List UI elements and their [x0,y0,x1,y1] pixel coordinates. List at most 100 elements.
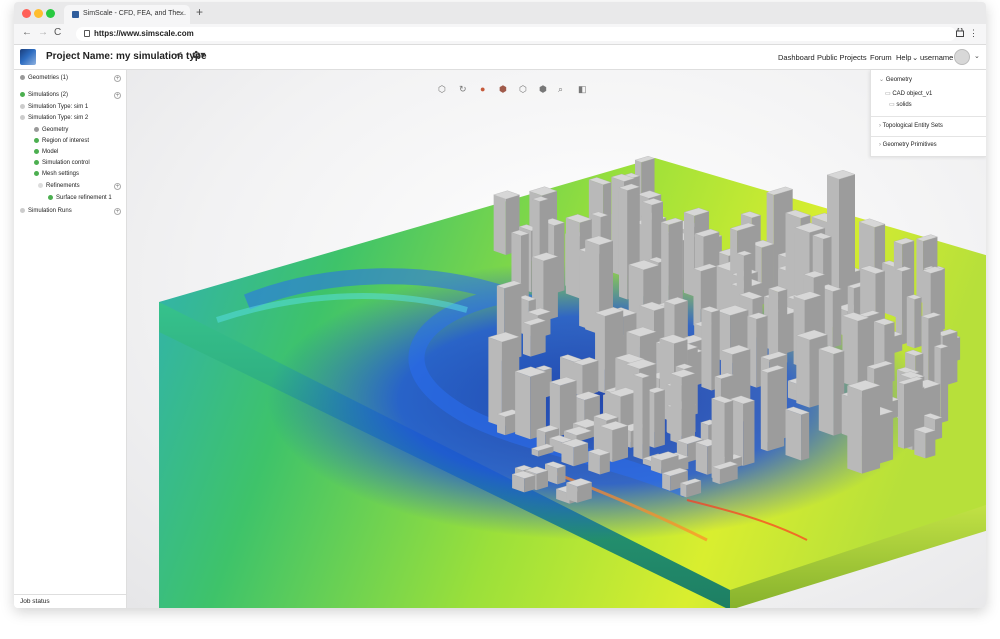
simulation-icon [20,92,25,97]
building-wall [712,466,720,485]
building-wall [914,429,926,459]
geometry-icon [34,127,39,132]
nav-help[interactable]: Help [896,53,911,62]
cfd-visualization [159,156,986,608]
job-status-bar[interactable]: Job status [14,594,126,608]
folder-icon [38,183,43,188]
tree-label: Simulation Runs [28,208,72,215]
nav-dashboard[interactable]: Dashboard [778,53,815,62]
building-wall [701,308,712,391]
add-geometry-button[interactable]: + [114,75,121,82]
close-window-icon[interactable] [22,9,31,18]
building-wall [897,382,905,449]
tree-item-sim-control[interactable]: Simulation control [34,160,90,166]
tree-label: Surface refinement 1 [56,195,112,202]
tree-item-region[interactable]: Region of interest [34,138,89,144]
extension-icon[interactable] [956,27,964,39]
tree-item-sim1[interactable]: Simulation Type: sim 1 [20,104,88,110]
building-wall [680,483,687,498]
building-wall [935,417,943,440]
building-wall [493,194,506,255]
folder-icon [20,104,25,109]
browser-menu-icon[interactable]: ⋮ [969,28,978,39]
tree-label: Simulations (2) [28,92,69,99]
status-ok-icon [34,149,39,154]
tab-close-icon[interactable]: × [179,9,184,18]
building-wall [940,346,949,424]
tree-item-geometries[interactable]: Geometries (1) [20,75,68,81]
add-run-button[interactable]: + [114,208,121,215]
tree-item-runs[interactable]: Simulation Runs [20,208,72,214]
app-header: Project Name: my simulation type < ✿▾ Da… [14,45,986,70]
building-wall [642,375,650,460]
nav-forum[interactable]: Forum [870,53,892,62]
building-wall [599,452,610,475]
building-wall [906,296,915,349]
browser-tab[interactable]: SimScale - CFD, FEA, and The... × [64,5,190,24]
url-field[interactable]: https://www.simscale.com [76,27,956,41]
add-simulation-button[interactable]: + [114,92,121,99]
new-tab-button[interactable]: + [196,5,203,19]
avatar-chevron-icon[interactable]: ⌄ [974,52,980,60]
avatar[interactable] [954,49,970,65]
building-wall [670,373,682,445]
nav-public-projects[interactable]: Public Projects [817,53,867,62]
building-wall [633,374,643,460]
panel-cad-object[interactable]: ▭ CAD object_v1 [885,90,932,97]
building-wall [879,411,894,464]
building-wall [914,297,922,349]
panel-label: Geometry Primitives [882,142,937,148]
status-ok-icon [34,138,39,143]
minimize-window-icon[interactable] [34,9,43,18]
tree-item-mesh[interactable]: Mesh settings [34,171,79,177]
share-icon[interactable]: < [176,50,182,61]
reload-icon[interactable]: C [54,27,61,38]
nav-username[interactable]: username [920,53,953,62]
status-ok-icon [48,195,53,200]
building-wall [497,414,506,436]
building-wall [767,367,785,452]
back-icon[interactable]: ← [22,27,32,38]
building-wall [618,187,628,300]
geometry-icon [20,75,25,80]
chevron-down-icon[interactable]: ⌄ [912,53,918,62]
settings-icon[interactable]: ✿▾ [192,50,205,61]
panel-label: Geometry [885,77,913,83]
lock-icon [84,30,90,37]
tree-label: Simulation Type: sim 2 [28,115,89,122]
building-wall [925,430,936,459]
building-wall [557,465,566,485]
tree-label: Refinements [46,183,80,190]
tree-label: Geometry [42,127,69,134]
forward-icon[interactable]: → [38,27,48,38]
building-wall [857,317,869,388]
folder-icon [20,208,25,213]
project-name[interactable]: Project Name: my simulation type [46,51,207,62]
tree-item-geometry[interactable]: Geometry [34,127,68,133]
tree-item-surface-refinement[interactable]: Surface refinement 1 [48,195,112,201]
tree-item-simulations[interactable]: Simulations (2) [20,92,68,98]
favicon-icon [72,11,79,18]
address-bar-row: ← → C https://www.simscale.com ⋮ [14,24,986,45]
tree-item-refinements[interactable]: Refinements [38,183,80,189]
building-wall [522,322,531,357]
panel-topological-sets[interactable]: › Topological Entity Sets [879,123,943,129]
panel-geometry-primitives[interactable]: › Geometry Primitives [879,142,937,148]
building-wall [847,385,862,474]
tree-item-model[interactable]: Model [34,149,58,155]
add-refinement-button[interactable]: + [114,183,121,190]
panel-geometry-header[interactable]: ⌄ Geometry [879,76,912,83]
maximize-window-icon[interactable] [46,9,55,18]
building-wall [683,212,695,297]
building-wall [582,360,599,397]
panel-solids[interactable]: ▭ solids [889,101,912,108]
building-wall [916,238,924,303]
simscale-logo[interactable] [20,49,36,65]
3d-viewport[interactable]: ⬡ ↻ ● ⬢ ⬡ ⬢ ⌕ ◧ [127,70,986,608]
folder-icon [20,115,25,120]
building-wall [565,217,580,299]
building-wall [612,425,629,463]
geometry-properties-panel: ⌄ Geometry ▭ CAD object_v1 ▭ solids › To… [870,70,986,157]
browser-window: SimScale - CFD, FEA, and The... × + ← → … [14,2,986,608]
tree-item-sim2[interactable]: Simulation Type: sim 2 [20,115,88,121]
